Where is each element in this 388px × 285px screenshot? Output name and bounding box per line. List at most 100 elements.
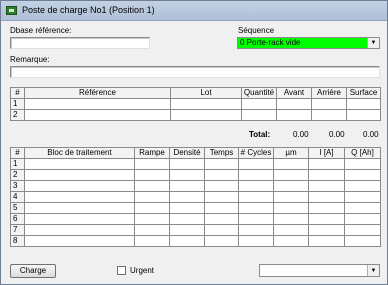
table-row[interactable]: 1 [10,98,381,110]
table-cell[interactable] [238,158,274,170]
table-cell[interactable] [170,98,242,110]
table-row[interactable]: 2 [10,109,381,121]
table-cell[interactable] [238,169,274,181]
table-cell[interactable] [344,191,381,203]
table-cell[interactable] [241,98,277,110]
table-cell[interactable] [273,235,309,247]
table-cell[interactable] [134,213,170,225]
table-cell[interactable] [346,109,381,121]
remarque-input[interactable] [10,66,380,78]
table-row[interactable]: 8 [10,235,381,247]
table-cell[interactable] [308,180,345,192]
table-cell[interactable] [308,158,345,170]
table-cell[interactable] [308,202,345,214]
table-cell[interactable] [169,158,205,170]
table-cell[interactable] [204,235,239,247]
table-cell[interactable] [273,158,309,170]
table-cell[interactable] [238,191,274,203]
table-cell[interactable] [344,202,381,214]
table-cell[interactable] [170,109,242,121]
table-cell[interactable] [134,191,170,203]
table-cell[interactable] [169,169,205,181]
table-cell[interactable] [169,235,205,247]
table-cell[interactable] [134,158,170,170]
table-row[interactable]: 2 [10,169,381,181]
table-cell[interactable] [24,235,135,247]
urgent-checkbox[interactable] [117,266,126,275]
table-cell[interactable] [169,213,205,225]
charge-button[interactable]: Charge [10,264,56,278]
table-cell[interactable] [24,158,135,170]
table-cell[interactable] [344,235,381,247]
table-cell[interactable] [276,98,312,110]
table-row[interactable]: 1 [10,158,381,170]
table-row[interactable]: 7 [10,224,381,236]
table-cell[interactable] [344,224,381,236]
table-cell[interactable] [24,180,135,192]
table-cell[interactable] [204,180,239,192]
table-cell[interactable] [238,180,274,192]
table-cell[interactable] [24,224,135,236]
title-bar[interactable]: Poste de charge No1 (Position 1) [1,1,387,21]
table-cell[interactable] [24,98,171,110]
sequence-label: Séquence [238,26,275,35]
sequence-select[interactable]: 0 Porte-rack vide ▼ [237,37,380,49]
table-cell[interactable] [24,169,135,181]
bottom-select[interactable]: ▼ [259,264,380,277]
table-cell[interactable] [344,158,381,170]
table-cell[interactable] [204,158,239,170]
table-cell[interactable] [311,98,347,110]
table-row[interactable]: 5 [10,202,381,214]
table-row[interactable]: 6 [10,213,381,225]
table-cell[interactable] [169,191,205,203]
table-cell[interactable] [273,180,309,192]
table-cell[interactable] [134,235,170,247]
table-cell[interactable] [346,98,381,110]
table-cell[interactable] [204,191,239,203]
table-cell[interactable] [308,224,345,236]
table-cell[interactable] [24,109,171,121]
table-row[interactable]: 3 [10,180,381,192]
table-cell[interactable] [238,224,274,236]
table-cell[interactable] [24,202,135,214]
table-row[interactable]: 4 [10,191,381,203]
table-cell[interactable] [273,224,309,236]
table-cell[interactable] [238,235,274,247]
dbase-reference-input[interactable] [10,37,150,49]
table-cell[interactable] [169,224,205,236]
bottom-select-value [260,265,367,276]
table-cell[interactable] [134,224,170,236]
chevron-down-icon[interactable]: ▼ [367,38,379,48]
sequence-selected-value: 0 Porte-rack vide [238,38,367,48]
table-cell[interactable] [204,202,239,214]
table-cell[interactable] [241,109,277,121]
table-cell[interactable] [134,180,170,192]
chevron-down-icon[interactable]: ▼ [367,265,379,276]
table-cell[interactable] [273,169,309,181]
table-cell[interactable] [344,180,381,192]
row-number: 4 [10,191,25,203]
table-cell[interactable] [308,169,345,181]
table-cell[interactable] [238,213,274,225]
table-cell[interactable] [276,109,312,121]
table-cell[interactable] [308,191,345,203]
table-cell[interactable] [169,202,205,214]
table-cell[interactable] [204,224,239,236]
table-cell[interactable] [134,169,170,181]
table-cell[interactable] [24,191,135,203]
table-cell[interactable] [204,213,239,225]
table-cell[interactable] [344,213,381,225]
table-cell[interactable] [311,109,347,121]
table-cell[interactable] [273,202,309,214]
table-cell[interactable] [273,191,309,203]
table-cell[interactable] [24,213,135,225]
table-cell[interactable] [169,180,205,192]
table-cell[interactable] [134,202,170,214]
table-cell[interactable] [308,235,345,247]
table-cell[interactable] [344,169,381,181]
table-cell[interactable] [238,202,274,214]
col-header: Temps [204,147,239,159]
table-cell[interactable] [308,213,345,225]
table-cell[interactable] [273,213,309,225]
table-cell[interactable] [204,169,239,181]
